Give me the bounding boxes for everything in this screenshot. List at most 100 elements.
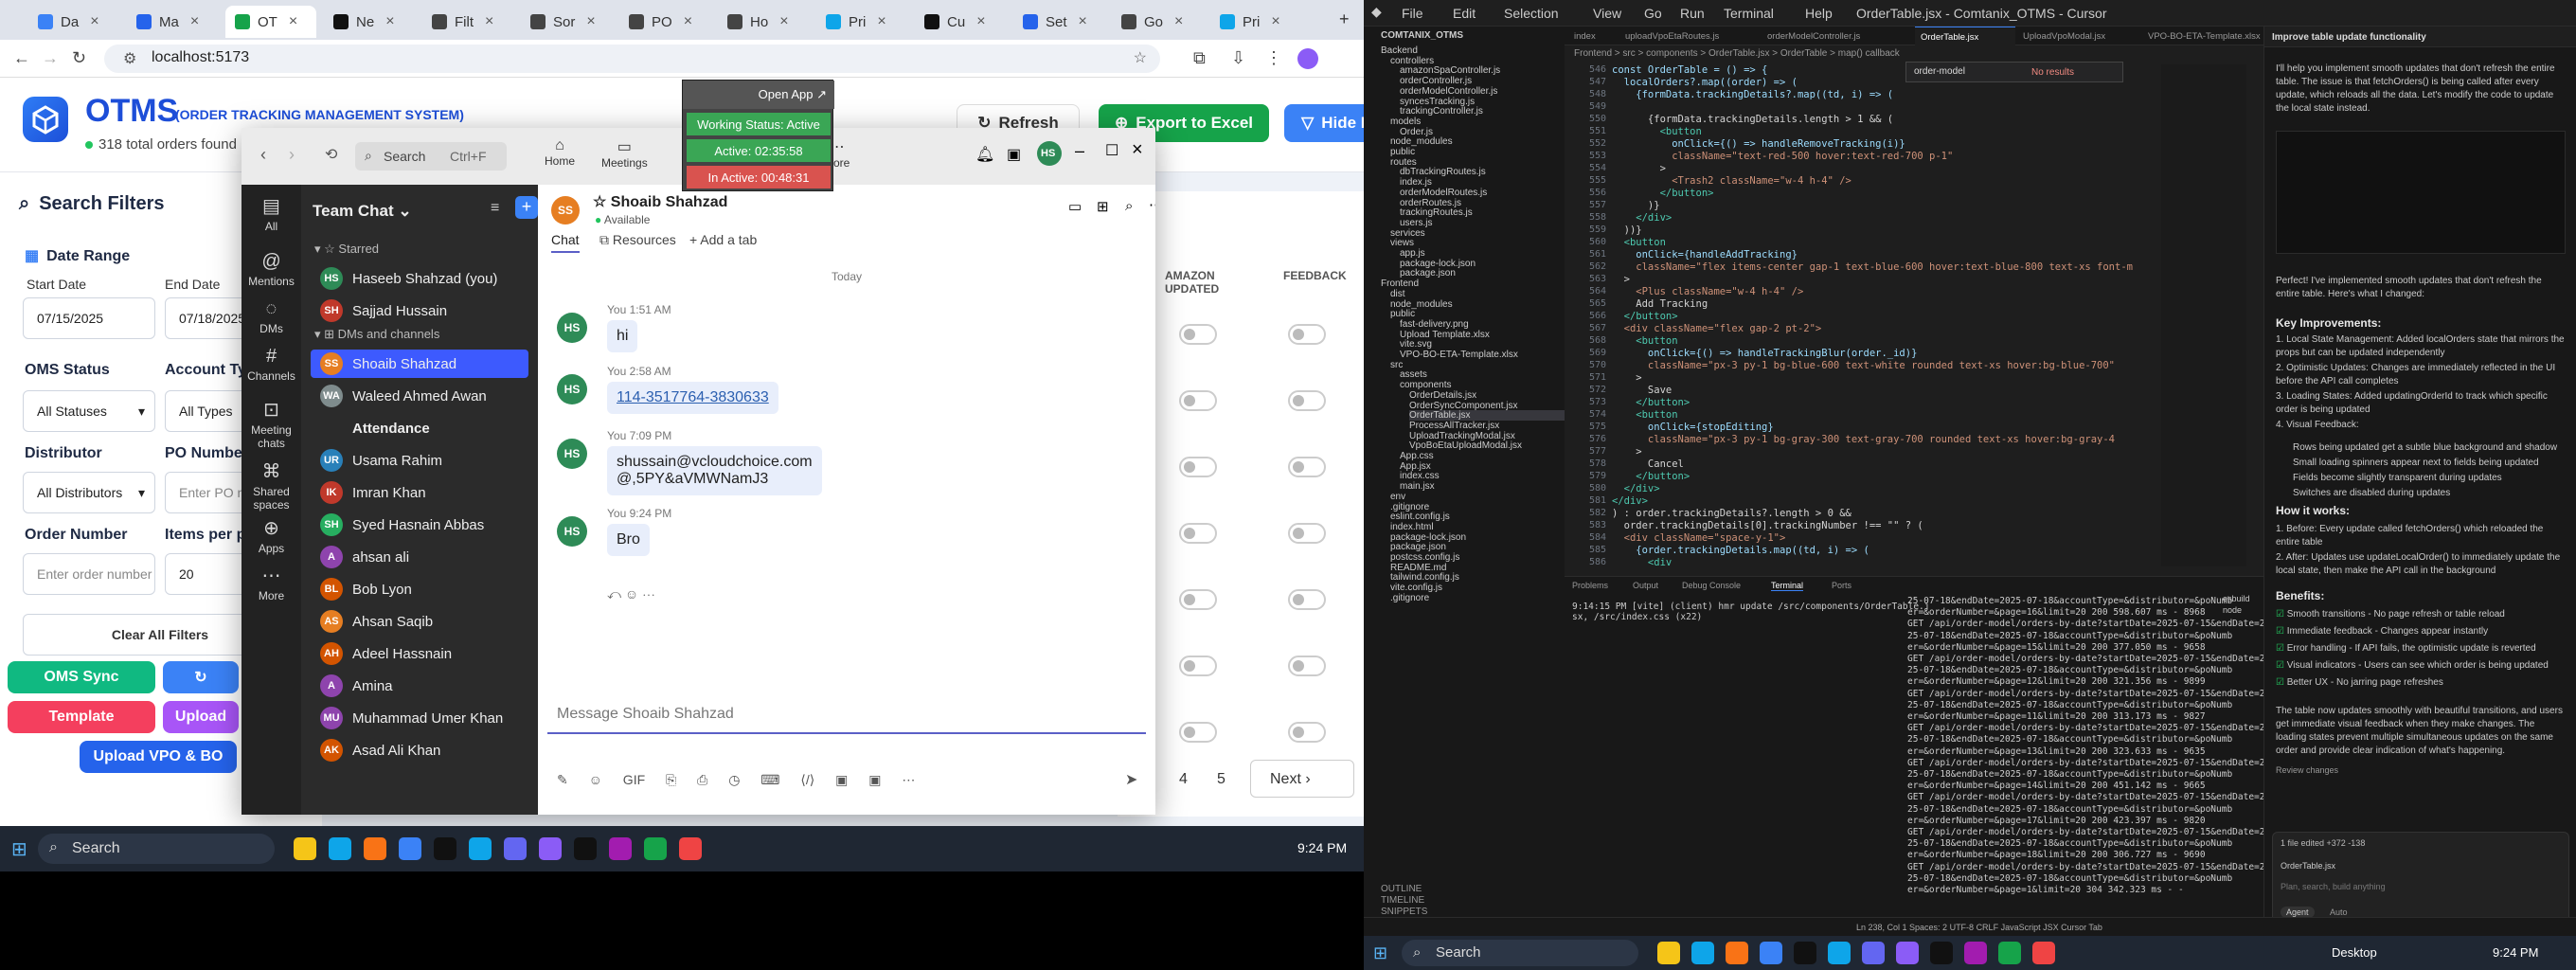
distributor-select[interactable]: All Distributors ▾	[23, 472, 155, 513]
rail-channels[interactable]: # Channels	[242, 346, 301, 383]
explorer-item[interactable]: package-lock.json	[1400, 259, 1476, 269]
code-line[interactable]: className="px-3 py-1 bg-blue-600 text-wh…	[1612, 360, 2115, 371]
explorer-item[interactable]: App.css	[1400, 451, 1434, 461]
browser-tab[interactable]: Pri ×	[1210, 6, 1301, 38]
code-line[interactable]: const OrderTable = () => {	[1612, 64, 1767, 76]
taskbar-app-icon[interactable]	[1760, 942, 1782, 964]
code-line[interactable]: <button	[1612, 126, 1702, 137]
code-line[interactable]: ) : order.trackingDetails?.length > 0 &&	[1612, 508, 1852, 519]
code-line[interactable]: <div className="flex gap-2 pt-2">	[1612, 323, 1822, 334]
chat-list-item[interactable]: IK Imran Khan	[311, 478, 528, 507]
explorer-item[interactable]: orderModelController.js	[1400, 86, 1497, 97]
code-line[interactable]: >	[1612, 372, 1641, 384]
chat-list-item[interactable]: Aahsan ali	[311, 543, 528, 571]
code-line[interactable]: Cancel	[1612, 458, 1684, 470]
code-line[interactable]: </div>	[1612, 212, 1672, 224]
terminal-session[interactable]: node	[2223, 605, 2242, 615]
rail-all[interactable]: ▤ All	[242, 194, 301, 233]
compose-toolbar[interactable]: ✎ ☺ GIF ⎘ ⎙ ◷ ⌨ ⟨/⟩ ▣ ▣ ⋯	[557, 772, 915, 788]
search-icon[interactable]: ⌕	[1125, 198, 1133, 214]
explorer-item[interactable]: ProcessAllTracker.jsx	[1409, 421, 1499, 431]
explorer-item[interactable]: orderRoutes.js	[1400, 198, 1461, 208]
explorer-item[interactable]: dbTrackingRoutes.js	[1400, 167, 1486, 177]
amazon-updated-toggle[interactable]	[1179, 722, 1217, 743]
screen-share-icon[interactable]: ⊞	[1097, 198, 1109, 215]
model-auto[interactable]: Auto	[2330, 907, 2348, 917]
taskbar-app-icon[interactable]	[574, 837, 597, 860]
site-info-icon[interactable]: ⚙	[123, 49, 136, 68]
chat-list-item[interactable]: SH Syed Hasnain Abbas	[311, 511, 528, 539]
explorer-item[interactable]: services	[1390, 228, 1425, 239]
taskbar-app-icon[interactable]	[469, 837, 492, 860]
sidebar-section[interactable]: OUTLINE	[1381, 884, 1422, 894]
amazon-updated-toggle[interactable]	[1179, 390, 1217, 411]
minimize-icon[interactable]: –	[1075, 141, 1084, 161]
oms-sync-button[interactable]: OMS Sync	[8, 661, 155, 693]
browser-tab[interactable]: PO ×	[619, 6, 710, 38]
filter-icon[interactable]: ≡	[491, 200, 499, 217]
close-icon[interactable]: ×	[1132, 139, 1143, 161]
explorer-item[interactable]: app.js	[1400, 248, 1425, 259]
code-line[interactable]: onClick={handleAddTracking}	[1612, 249, 1798, 260]
explorer-item[interactable]: dist	[1390, 289, 1405, 299]
explorer-item[interactable]: node_modules	[1390, 136, 1453, 147]
amazon-updated-toggle[interactable]	[1179, 457, 1217, 477]
code-line[interactable]: <Plus className="w-4 h-4" />	[1612, 286, 1803, 297]
code-line[interactable]: <button	[1612, 409, 1677, 421]
chat-list-item[interactable]: A Amina	[311, 672, 528, 700]
code-line[interactable]: ))}	[1612, 225, 1642, 236]
browser-tab[interactable]: Da ×	[28, 6, 119, 38]
upload-button[interactable]: Upload	[163, 701, 239, 733]
inbox-icon[interactable]: ▣	[1007, 145, 1021, 164]
browser-tab[interactable]: Filt ×	[422, 6, 513, 38]
chat-list-item[interactable]: Attendance	[311, 414, 528, 442]
tab-close-icon[interactable]: ×	[1174, 13, 1183, 30]
explorer-item[interactable]: .gitignore	[1390, 593, 1429, 603]
editor-tab[interactable]: index	[1568, 27, 1618, 45]
forward-icon[interactable]: →	[42, 48, 59, 68]
explorer-item[interactable]: Frontend	[1381, 278, 1419, 289]
explorer-item[interactable]: Backend	[1381, 45, 1418, 56]
amazon-updated-toggle[interactable]	[1179, 656, 1217, 676]
explorer-item[interactable]: postcss.config.js	[1390, 552, 1459, 563]
windows-start-icon[interactable]: ⊞	[11, 837, 27, 861]
rail-mentions[interactable]: @ Mentions	[242, 251, 301, 288]
tab-close-icon[interactable]: ×	[90, 13, 98, 30]
chat-list-item[interactable]: UR Usama Rahim	[311, 446, 528, 475]
menu-file[interactable]: File	[1402, 6, 1423, 21]
team-chat-title[interactable]: Team Chat ⌄	[313, 202, 412, 221]
review-changes-link[interactable]: Review changes	[2276, 765, 2338, 775]
explorer-item[interactable]: tailwind.config.js	[1390, 572, 1459, 583]
explorer-item[interactable]: src	[1390, 360, 1403, 370]
taskbar-app-icon[interactable]	[294, 837, 316, 860]
code-line[interactable]: </button>	[1612, 188, 1714, 199]
explorer-item[interactable]: trackingController.js	[1400, 106, 1483, 117]
taskbar-search[interactable]: ⌕ Search	[38, 834, 275, 864]
explorer-item[interactable]: controllers	[1390, 56, 1434, 66]
explorer-item[interactable]: App.jsx	[1400, 461, 1431, 472]
code-line[interactable]: {formData.trackingDetails.length > 1 && …	[1612, 114, 1893, 125]
rail-more[interactable]: ⋯ More	[242, 564, 301, 602]
explorer-item[interactable]: components	[1400, 380, 1451, 390]
message-actions[interactable]: ⤺ ☺ ⋯	[607, 586, 655, 602]
edited-file[interactable]: OrderTable.jsx	[2281, 861, 2335, 871]
tab-close-icon[interactable]: ×	[1079, 13, 1087, 30]
chat-title[interactable]: Improve table update functionality	[2272, 32, 2426, 43]
code-line[interactable]: {formData.trackingDetails?.map((td, i) =…	[1612, 89, 1893, 100]
rail-apps[interactable]: ⊕ Apps	[242, 516, 301, 555]
explorer-item[interactable]: orderModelRoutes.js	[1400, 188, 1487, 198]
code-line[interactable]: localOrders?.map((order) => (	[1612, 77, 1798, 88]
template-button[interactable]: Template	[8, 701, 155, 733]
explorer-item[interactable]: package.json	[1400, 268, 1456, 278]
code-line[interactable]: >	[1612, 446, 1641, 458]
code-line[interactable]: </button>	[1612, 397, 1690, 408]
code-line[interactable]: >	[1612, 163, 1666, 174]
panel-tab[interactable]: Debug Console	[1682, 581, 1741, 590]
taskbar-app-icon[interactable]	[1930, 942, 1953, 964]
rail-meeting-chats[interactable]: ⊡ Meeting chats	[242, 398, 301, 450]
taskbar-app-icon[interactable]	[399, 837, 421, 860]
code-line[interactable]: className="px-3 py-1 bg-gray-300 text-gr…	[1612, 434, 2115, 445]
explorer-item[interactable]: package-lock.json	[1390, 532, 1466, 543]
desktop-label[interactable]: Desktop	[2332, 945, 2377, 960]
browser-tab[interactable]: Pri ×	[816, 6, 907, 38]
